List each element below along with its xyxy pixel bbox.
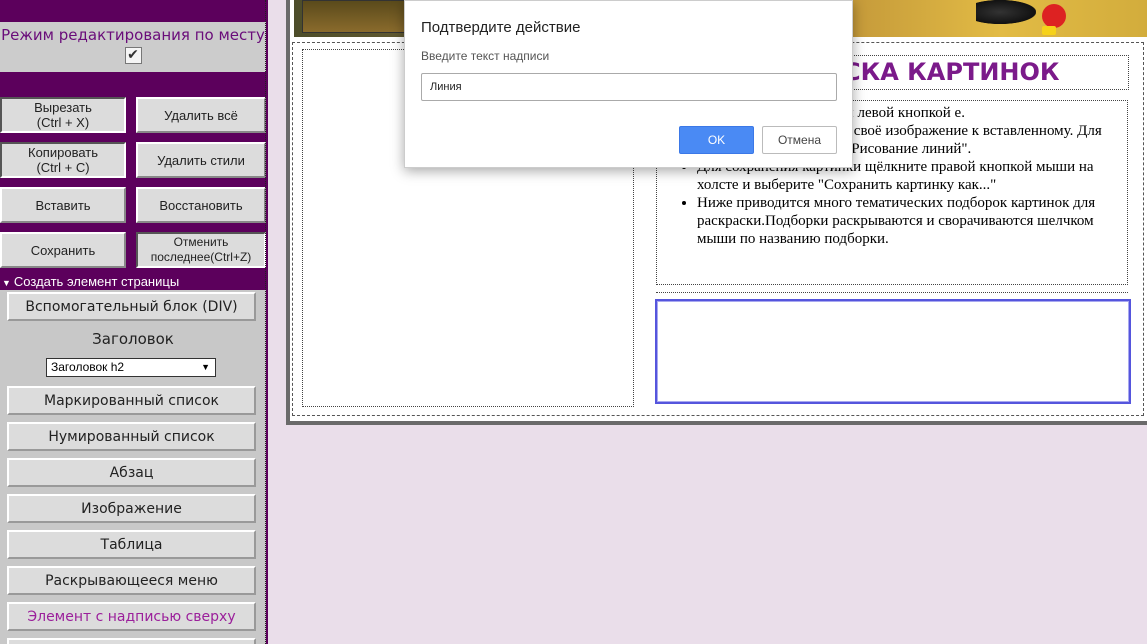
add-table-button[interactable]: Таблица [7,530,256,559]
prompt-dialog: Подтвердите действие Введите текст надпи… [404,0,853,168]
banner-left-image [302,0,408,33]
dialog-title: Подтвердите действие [421,19,581,36]
edit-mode-checkbox[interactable]: ✔ [124,47,142,64]
ok-button[interactable]: OK [679,126,754,154]
block-divider [656,292,1128,293]
sidebar-divider [265,0,267,644]
save-button[interactable]: Сохранить [0,232,126,268]
dropdown-arrow-icon: ▼ [201,362,210,372]
add-numbered-list-button[interactable]: Нумированный список [7,422,256,451]
add-labeled-element-button[interactable]: Элемент с надписью сверху [7,602,256,631]
edit-mode-panel: Режим редактирования по месту ✔ [0,22,266,72]
add-more-button[interactable] [7,638,256,644]
heading-level-value: Заголовок h2 [51,360,125,374]
add-bullet-list-button[interactable]: Маркированный список [7,386,256,415]
delete-styles-button[interactable]: Удалить стили [136,142,266,178]
page-heading: СКА КАРТИНОК [843,58,1060,86]
selected-empty-block[interactable] [655,299,1131,404]
add-div-button[interactable]: Вспомогательный блок (DIV) [7,292,256,321]
banner-yellow-graphic [1042,26,1056,35]
heading-label: Заголовок [92,330,174,348]
create-element-section-header[interactable]: ▼ Создать элемент страницы [0,273,266,290]
banner-shoe-graphic [976,0,1036,24]
add-dropdown-menu-button[interactable]: Раскрывающееся меню [7,566,256,595]
list-item: Ниже приводится много тематических подбо… [697,194,1127,248]
undo-button[interactable]: Отменить последнее(Ctrl+Z) [136,232,266,268]
delete-all-button[interactable]: Удалить всё [136,97,266,133]
restore-button[interactable]: Восстановить [136,187,266,223]
add-image-button[interactable]: Изображение [7,494,256,523]
add-paragraph-button[interactable]: Абзац [7,458,256,487]
editor-sidebar: Режим редактирования по месту ✔ Вырезать… [0,0,268,644]
heading-level-select[interactable]: Заголовок h2 ▼ [46,358,216,377]
dialog-text-input[interactable]: Линия [421,73,837,101]
banner-red-graphic [1042,4,1066,28]
dialog-message: Введите текст надписи [421,49,550,63]
edit-mode-label: Режим редактирования по месту [1,26,265,44]
cancel-button[interactable]: Отмена [762,126,837,154]
create-element-panel: Вспомогательный блок (DIV) Заголовок Заг… [0,290,266,644]
cut-button[interactable]: Вырезать (Ctrl + X) [0,97,126,133]
section-header-label: Создать элемент страницы [13,274,180,289]
paste-button[interactable]: Вставить [0,187,126,223]
copy-button[interactable]: Копировать (Ctrl + C) [0,142,126,178]
